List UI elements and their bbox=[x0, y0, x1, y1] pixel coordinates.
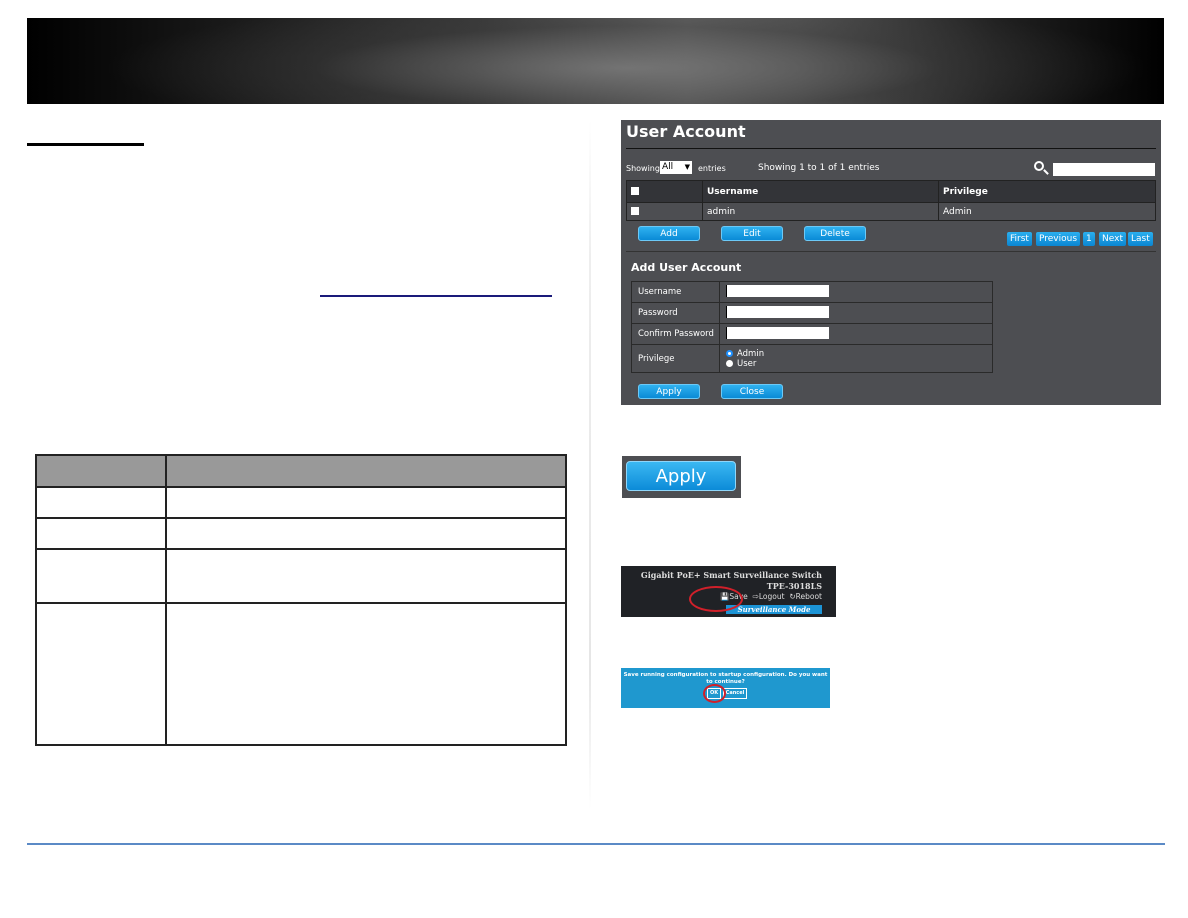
row-checkbox[interactable] bbox=[631, 207, 639, 215]
radio-user[interactable]: User bbox=[726, 359, 992, 369]
surveillance-mode-button[interactable]: Surveillance Mode bbox=[726, 605, 822, 614]
showing-info: Showing 1 to 1 of 1 entries bbox=[758, 163, 880, 173]
hyperlink-underline[interactable] bbox=[320, 295, 552, 297]
chevron-down-icon: ▼ bbox=[684, 163, 690, 171]
save-confirm-dialog: Save running configuration to startup co… bbox=[621, 668, 830, 708]
table-row bbox=[35, 517, 567, 550]
showing-label: Showing bbox=[626, 164, 660, 173]
column-divider bbox=[589, 120, 591, 810]
close-button[interactable]: Close bbox=[721, 384, 783, 399]
radio-admin[interactable]: Admin bbox=[726, 349, 992, 359]
highlight-ring bbox=[703, 684, 726, 703]
title-divider bbox=[626, 148, 1156, 149]
apply-button[interactable]: Apply bbox=[626, 461, 736, 491]
logout-link[interactable]: Logout bbox=[759, 592, 785, 601]
add-user-title: Add User Account bbox=[631, 261, 742, 274]
reboot-link[interactable]: Reboot bbox=[796, 592, 822, 601]
search-input[interactable] bbox=[1053, 163, 1155, 176]
username-input[interactable] bbox=[726, 284, 829, 297]
highlight-ring bbox=[689, 586, 743, 612]
last-page-button[interactable]: Last bbox=[1128, 232, 1153, 246]
add-button[interactable]: Add bbox=[638, 226, 700, 241]
delete-button[interactable]: Delete bbox=[804, 226, 866, 241]
dialog-message: Save running configuration to startup co… bbox=[623, 672, 828, 685]
apply-button[interactable]: Apply bbox=[638, 384, 700, 399]
table-header-row bbox=[35, 454, 567, 488]
radio-unselected-icon[interactable] bbox=[726, 359, 733, 367]
apply-button-callout: Apply bbox=[622, 456, 741, 498]
product-line: Gigabit PoE+ Smart Surveillance Switch bbox=[640, 570, 822, 580]
previous-page-button[interactable]: Previous bbox=[1036, 232, 1081, 246]
table-header-row: Username Privilege bbox=[626, 180, 1156, 203]
table-row bbox=[35, 486, 567, 519]
username-label: Username bbox=[631, 281, 720, 303]
next-page-button[interactable]: Next bbox=[1099, 232, 1126, 246]
cell-privilege: Admin bbox=[938, 202, 1156, 221]
user-table: Username Privilege admin Admin bbox=[626, 180, 1156, 221]
search-icon bbox=[1034, 161, 1044, 171]
privilege-label: Privilege bbox=[631, 344, 720, 373]
panel-title: User Account bbox=[626, 122, 746, 141]
section-divider bbox=[626, 251, 1156, 252]
column-privilege[interactable]: Privilege bbox=[938, 180, 1156, 203]
password-label: Password bbox=[631, 302, 720, 324]
entries-label: entries bbox=[698, 164, 726, 173]
user-account-panel: User Account Showing All ▼ entries Showin… bbox=[621, 120, 1161, 405]
table-row bbox=[35, 548, 567, 604]
cancel-button[interactable]: Cancel bbox=[723, 688, 747, 699]
footer-rule bbox=[27, 843, 1165, 845]
table-row bbox=[35, 602, 567, 746]
select-all-checkbox[interactable] bbox=[631, 187, 639, 195]
page-1-button[interactable]: 1 bbox=[1083, 232, 1095, 246]
confirm-password-input[interactable] bbox=[726, 326, 829, 339]
confirm-password-label: Confirm Password bbox=[631, 323, 720, 345]
parameter-table bbox=[35, 454, 567, 746]
column-username[interactable]: Username bbox=[702, 180, 939, 203]
radio-selected-icon[interactable] bbox=[726, 349, 733, 357]
add-user-form: Username Password Confirm Password Privi… bbox=[631, 281, 993, 373]
edit-button[interactable]: Edit bbox=[721, 226, 783, 241]
table-row: admin Admin bbox=[626, 202, 1156, 221]
switch-header-screenshot: Gigabit PoE+ Smart Surveillance Switch T… bbox=[621, 566, 836, 617]
first-page-button[interactable]: First bbox=[1007, 232, 1032, 246]
model-name: TPE-3018LS bbox=[766, 581, 822, 591]
section-heading-underline bbox=[27, 143, 144, 146]
entries-select[interactable]: All ▼ bbox=[660, 161, 692, 174]
cell-username: admin bbox=[702, 202, 939, 221]
header-banner bbox=[27, 18, 1164, 104]
password-input[interactable] bbox=[726, 305, 829, 318]
